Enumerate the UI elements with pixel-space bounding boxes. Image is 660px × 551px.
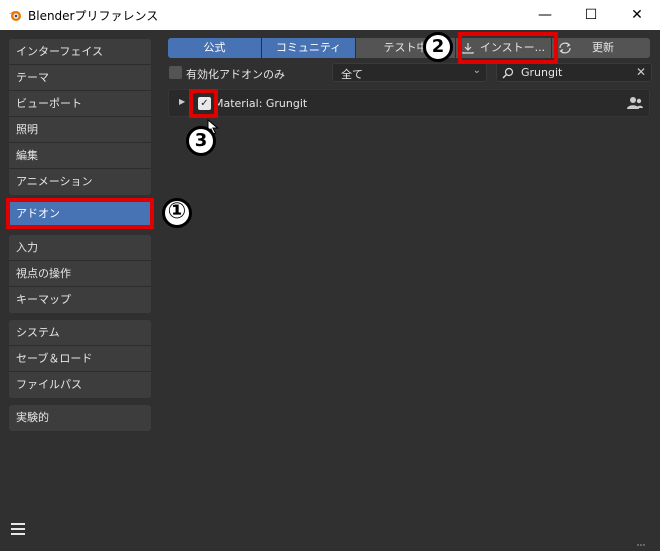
community-user-icon xyxy=(627,97,643,109)
category-dropdown[interactable]: 全て ⌄ xyxy=(332,63,487,82)
minimize-button[interactable]: — xyxy=(522,0,568,30)
addon-source-tabs: 公式 コミュニティ テスト中 インストー... 更新 xyxy=(168,38,650,58)
filter-row: 有効化アドオンのみ 全て ⌄ Grungit ✕ xyxy=(168,63,658,83)
highlight-box-addons xyxy=(6,198,154,229)
sidebar-group-display: インターフェイス テーマ ビューポート 照明 編集 アニメーション xyxy=(9,39,151,195)
sidebar-item-animation[interactable]: アニメーション xyxy=(9,169,151,195)
maximize-button[interactable]: ☐ xyxy=(568,0,614,30)
annotation-marker-1: ① xyxy=(162,198,192,228)
category-value: 全て xyxy=(341,68,363,81)
addon-name: Material: Grungit xyxy=(214,97,308,110)
highlight-box-install xyxy=(458,32,558,64)
chevron-down-icon: ⌄ xyxy=(472,65,481,76)
sidebar-item-system[interactable]: システム xyxy=(9,320,151,346)
tab-official[interactable]: 公式 xyxy=(168,38,262,58)
search-icon xyxy=(502,67,514,79)
sidebar-item-editing[interactable]: 編集 xyxy=(9,143,151,169)
title-bar: Blenderプリファレンス — ☐ ✕ xyxy=(0,0,660,30)
sidebar-item-file-paths[interactable]: ファイルパス xyxy=(9,372,151,398)
resize-grip-icon[interactable] xyxy=(636,543,646,547)
enabled-only-checkbox[interactable] xyxy=(169,66,182,79)
tab-community[interactable]: コミュニティ xyxy=(262,38,356,58)
close-button[interactable]: ✕ xyxy=(614,0,660,30)
refresh-icon xyxy=(559,42,571,54)
highlight-box-checkbox xyxy=(189,89,218,118)
hamburger-menu-icon[interactable] xyxy=(10,522,26,536)
sidebar-item-viewport[interactable]: ビューポート xyxy=(9,91,151,117)
sidebar-item-theme[interactable]: テーマ xyxy=(9,65,151,91)
refresh-button[interactable]: 更新 xyxy=(552,38,650,58)
annotation-marker-2: 2 xyxy=(423,32,453,62)
sidebar-item-save-load[interactable]: セーブ＆ロード xyxy=(9,346,151,372)
sidebar-item-keymap[interactable]: キーマップ xyxy=(9,287,151,313)
clear-search-icon[interactable]: ✕ xyxy=(636,65,646,79)
sidebar-item-lighting[interactable]: 照明 xyxy=(9,117,151,143)
annotation-marker-3: 3 xyxy=(186,126,216,156)
sidebar-group-experimental: 実験的 xyxy=(9,405,151,431)
sidebar-group-input: 入力 視点の操作 キーマップ xyxy=(9,235,151,313)
blender-logo-icon xyxy=(9,11,21,21)
sidebar-item-input[interactable]: 入力 xyxy=(9,235,151,261)
sidebar-group-system: システム セーブ＆ロード ファイルパス xyxy=(9,320,151,398)
addon-row[interactable]: ▶ ✓ Material: Grungit xyxy=(168,89,650,117)
enabled-only-label: 有効化アドオンのみ xyxy=(186,68,285,81)
refresh-button-label: 更新 xyxy=(592,41,614,54)
expand-arrow-icon[interactable]: ▶ xyxy=(179,97,185,106)
sidebar-item-interface[interactable]: インターフェイス xyxy=(9,39,151,65)
search-value: Grungit xyxy=(521,66,563,79)
search-input[interactable]: Grungit ✕ xyxy=(496,63,652,82)
sidebar-item-navigation[interactable]: 視点の操作 xyxy=(9,261,151,287)
sidebar-item-experimental[interactable]: 実験的 xyxy=(9,405,151,431)
window-title: Blenderプリファレンス xyxy=(28,9,159,23)
